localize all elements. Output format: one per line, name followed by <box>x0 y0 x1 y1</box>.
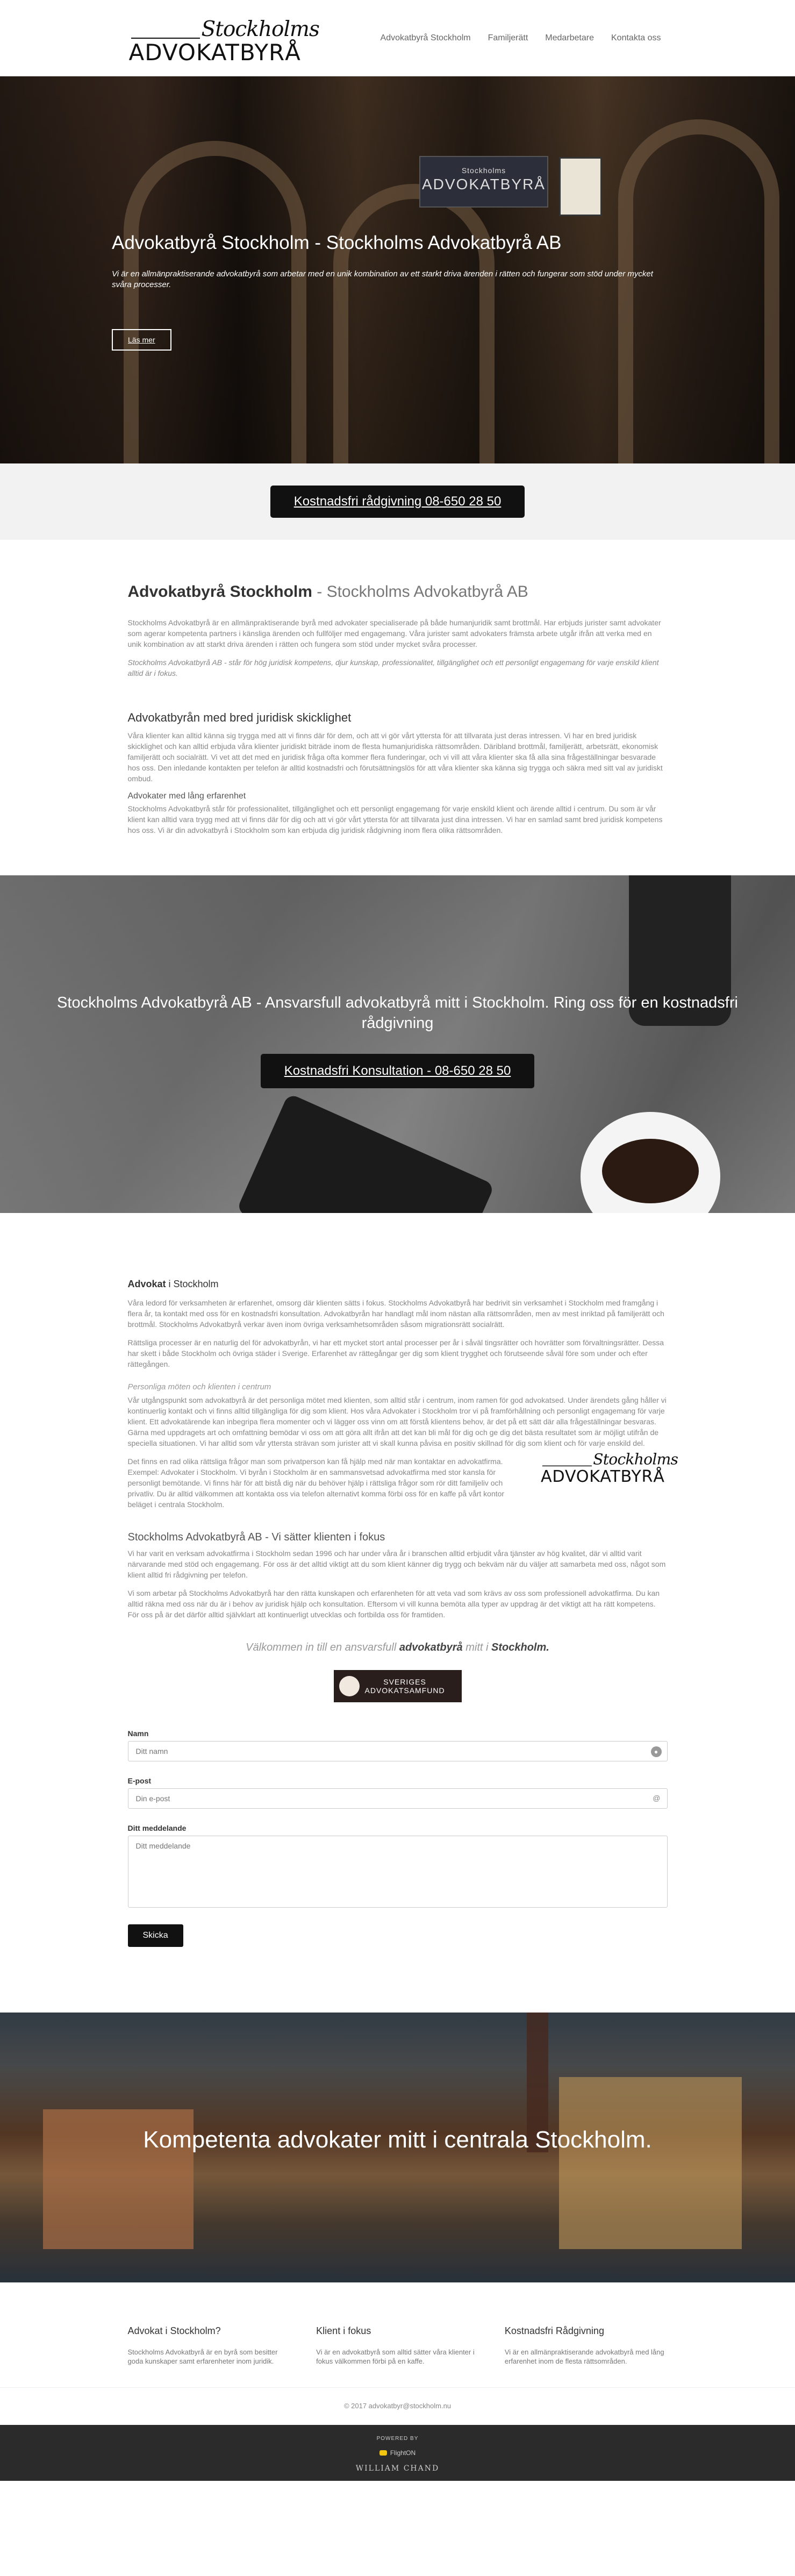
footer-columns-wrapper: Advokat i Stockholm? Stockholms Advokatb… <box>0 2282 795 2388</box>
welcome-bold-2: Stockholm. <box>491 1642 549 1653</box>
article-section: Advokat i Stockholm Våra ledord för verk… <box>127 1213 678 1974</box>
message-textarea[interactable] <box>127 1836 668 1908</box>
flighton-icon <box>379 2450 387 2456</box>
article-logo-row: Det finns en rad olika rättsliga frågor … <box>127 1451 678 1517</box>
email-label: E-post <box>127 1776 152 1785</box>
intro-title-bold: Advokatbyrå Stockholm <box>127 583 312 601</box>
email-input[interactable] <box>128 1789 667 1808</box>
email-field-wrapper: @ <box>127 1788 668 1809</box>
nav-advokatbyra-stockholm[interactable]: Advokatbyrå Stockholm <box>381 33 471 43</box>
intro-title: Advokatbyrå Stockholm - Stockholms Advok… <box>128 583 668 601</box>
logo-line <box>131 38 200 39</box>
intro-title-rest: - Stockholms Advokatbyrå AB <box>312 583 528 601</box>
article-paragraph-1: Våra ledord för verksamheten är erfarenh… <box>127 1298 664 1329</box>
city-band: Kompetenta advokater mitt i centrala Sto… <box>0 2013 795 2282</box>
submit-button[interactable]: Skicka <box>127 1924 183 1947</box>
contact-form: Namn ● E-post @ Ditt meddelande Skicka <box>127 1729 668 1947</box>
site-footer: Advokat i Stockholm? Stockholms Advokatb… <box>0 2282 795 2481</box>
article-paragraph-3: Vår utgångspunkt som advokatbyrå är det … <box>127 1396 667 1447</box>
city-title: Kompetenta advokater mitt i centrala Sto… <box>143 2127 652 2153</box>
advokatsamfund-seal-icon <box>339 1676 360 1696</box>
footer-col-1: Advokat i Stockholm? Stockholms Advokatb… <box>128 2325 291 2366</box>
consult-band: Stockholms Advokatbyrå AB - Ansvarsfull … <box>0 875 795 1213</box>
hero-sign-main: ADVOKATBYRÅ <box>422 176 546 192</box>
copyright: © 2017 advokatbyr@stockholm.nu <box>343 2402 452 2410</box>
article-heading-rest: i Stockholm <box>166 1279 219 1289</box>
cta-bar: Kostnadsfri rådgivning 08-650 28 50 <box>0 463 795 540</box>
welcome-mid: mitt i <box>462 1642 492 1653</box>
william-chand-link[interactable]: WILLIAM CHAND <box>0 2464 795 2473</box>
name-label: Namn <box>127 1729 149 1738</box>
site-header: Stockholms ADVOKATBYRÅ Advokatbyrå Stock… <box>0 0 795 76</box>
hero-crest-plaque <box>559 157 602 216</box>
logo-script: Stockholms <box>201 17 320 41</box>
intro-paragraph-2: Stockholms Advokatbyrå AB - står för hög… <box>127 658 659 677</box>
user-icon: ● <box>650 1746 662 1757</box>
article-logo-main: ADVOKATBYRÅ <box>540 1466 665 1486</box>
nav-familjeratt[interactable]: Familjerätt <box>488 33 528 43</box>
article-logo-script: Stockholms <box>592 1451 678 1468</box>
article-subtitle: Stockholms Advokatbyrå AB - Vi sätter kl… <box>127 1531 385 1543</box>
footer-col-3-title: Kostnadsfri Rådgivning <box>504 2325 604 2336</box>
at-icon: @ <box>653 1794 661 1802</box>
footer-col-2: Klient i fokus Vi är en advokatbyrå som … <box>316 2325 479 2366</box>
badge-line-1: SVERIGES <box>383 1678 426 1686</box>
hero-title: Advokatbyrå Stockholm - Stockholms Advok… <box>112 232 562 253</box>
intro-paragraph-4: Stockholms Advokatbyrå står för professi… <box>127 804 663 834</box>
article-paragraph-5: Vi har varit en verksam advokatfirma i S… <box>127 1549 666 1579</box>
article-paragraph-6: Vi som arbetar på Stockholms Advokatbyrå… <box>127 1589 660 1619</box>
footer-col-1-text: Stockholms Advokatbyrå är en byrå som be… <box>127 2348 278 2365</box>
name-field-wrapper: ● <box>127 1741 668 1761</box>
hero-section: Stockholms ADVOKATBYRÅ Advokatbyrå Stock… <box>0 76 795 463</box>
article-paragraph-4: Det finns en rad olika rättsliga frågor … <box>127 1457 505 1509</box>
hero-text: Vi är en allmänpraktiserande advokatbyrå… <box>112 269 653 289</box>
welcome-bold-1: advokatbyrå <box>399 1642 463 1653</box>
welcome-line: Välkommen in till en ansvarsfull advokat… <box>128 1642 668 1654</box>
footer-bottom-bar: POWERED BY FlightON WILLIAM CHAND <box>0 2425 795 2481</box>
band-content: Stockholms Advokatbyrå AB - Ansvarsfull … <box>0 993 795 1088</box>
footer-col-3: Kostnadsfri Rådgivning Vi är en allmänpr… <box>505 2325 668 2366</box>
city-building-right <box>559 2077 742 2249</box>
badge-line-2: ADVOKATSAMFUND <box>364 1686 445 1695</box>
nav-kontakta-oss[interactable]: Kontakta oss <box>611 33 661 43</box>
hero-sign-small: Stockholms <box>461 166 506 175</box>
article-heading: Advokat i Stockholm <box>128 1279 668 1290</box>
article-paragraph-2: Rättsliga processer är en naturlig del f… <box>127 1338 664 1368</box>
hero-content: Advokatbyrå Stockholm - Stockholms Advok… <box>112 232 676 351</box>
footer-col-3-text: Vi är en allmänpraktiserande advokatbyrå… <box>504 2348 664 2365</box>
article-heading-bold: Advokat <box>127 1279 166 1289</box>
hero-office-sign: Stockholms ADVOKATBYRÅ <box>419 156 548 208</box>
intro-section: Advokatbyrå Stockholm - Stockholms Advok… <box>128 540 668 875</box>
name-input[interactable] <box>128 1742 667 1761</box>
site-logo[interactable]: Stockholms ADVOKATBYRÅ <box>129 14 320 66</box>
free-consultation-button[interactable]: Kostnadsfri Konsultation - 08-650 28 50 <box>260 1054 535 1088</box>
welcome-pre: Välkommen in till en ansvarsfull <box>246 1642 399 1653</box>
intro-subheading: Advokater med lång erfarenhet <box>127 791 246 801</box>
badge-text: SVERIGES ADVOKATSAMFUND <box>365 1678 445 1695</box>
logo-main: ADVOKATBYRÅ <box>128 39 301 66</box>
free-consult-phone-button[interactable]: Kostnadsfri rådgivning 08-650 28 50 <box>270 486 525 518</box>
band-title: Stockholms Advokatbyrå AB - Ansvarsfull … <box>57 994 738 1032</box>
message-label: Ditt meddelande <box>127 1824 187 1832</box>
flighton-text: FlightON <box>390 2449 416 2457</box>
intro-paragraph-3: Våra klienter kan alltid känna sig trygg… <box>127 731 663 783</box>
smartphone-image <box>236 1093 495 1213</box>
article-logo: Stockholms ADVOKATBYRÅ <box>541 1448 678 1486</box>
article-subheading: Personliga möten och klienten i centrum <box>127 1382 271 1392</box>
coffee-cup-image <box>581 1112 720 1213</box>
nav-medarbetare[interactable]: Medarbetare <box>545 33 594 43</box>
footer-col-1-title: Advokat i Stockholm? <box>127 2325 221 2336</box>
flighton-link[interactable]: FlightON <box>0 2449 795 2457</box>
advokatsamfund-badge: SVERIGES ADVOKATSAMFUND <box>333 1670 462 1702</box>
main-nav: Advokatbyrå Stockholm Familjerätt Medarb… <box>381 33 661 43</box>
footer-col-2-title: Klient i fokus <box>316 2325 371 2336</box>
powered-by: POWERED BY <box>376 2436 419 2442</box>
intro-subtitle: Advokatbyrån med bred juridisk skickligh… <box>127 711 352 724</box>
read-more-button[interactable]: Läs mer <box>112 329 171 351</box>
footer-col-2-text: Vi är en advokatbyrå som alltid sätter v… <box>316 2348 475 2365</box>
intro-paragraph-1: Stockholms Advokatbyrå är en allmänprakt… <box>127 618 661 648</box>
